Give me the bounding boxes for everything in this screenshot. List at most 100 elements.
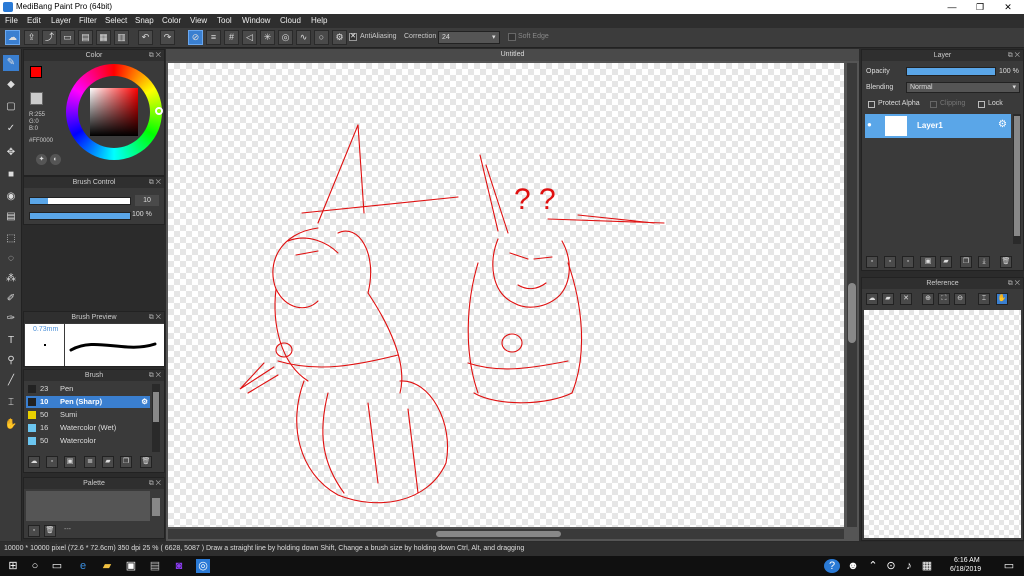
brush-item-pen-sharp[interactable]: 10 Pen (Sharp) ⚙ — [26, 396, 150, 408]
eyedropper-icon[interactable]: ⌶ — [3, 395, 19, 411]
redo-icon[interactable]: ↷ — [160, 30, 175, 45]
divide-tool-icon[interactable]: ╱ — [3, 373, 19, 389]
color-mode-icon[interactable]: ◐ — [50, 154, 61, 165]
panels-icon[interactable]: ▦ — [96, 30, 111, 45]
curve-snap-icon[interactable]: ∿ — [296, 30, 311, 45]
ellipse-snap-icon[interactable]: ○ — [314, 30, 329, 45]
menu-file[interactable]: File — [5, 16, 18, 25]
notifications-icon[interactable]: ▭ — [1002, 559, 1016, 573]
cloud-icon[interactable]: ☁ — [5, 30, 20, 45]
shape-tool-icon[interactable]: ■ — [3, 167, 19, 183]
undo-icon[interactable]: ↶ — [138, 30, 153, 45]
transparent-color-swatch[interactable] — [30, 92, 43, 105]
gradient-tool-icon[interactable]: ▤ — [3, 209, 19, 225]
circle-snap-icon[interactable]: ◎ — [278, 30, 293, 45]
new-brush-icon[interactable]: ▫ — [46, 456, 58, 468]
lasso-tool-icon[interactable]: ◌ — [3, 251, 19, 267]
antialiasing-checkbox[interactable]: ✕ — [349, 33, 357, 41]
hue-handle[interactable] — [155, 107, 163, 115]
share-icon[interactable]: ⤴ — [42, 30, 57, 45]
brush-list-scrollbar[interactable] — [152, 384, 160, 452]
select-tool-icon[interactable]: ⬚ — [3, 231, 19, 247]
menu-snap[interactable]: Snap — [135, 16, 154, 25]
keyboard-icon[interactable]: ▦ — [920, 559, 934, 573]
parallel-snap-icon[interactable]: ≡ — [206, 30, 221, 45]
brush-item-watercolor[interactable]: 50 Watercolor — [26, 435, 150, 447]
add-brush-icon[interactable]: ▣ — [64, 456, 76, 468]
protect-alpha-checkbox[interactable] — [868, 101, 875, 108]
fit-icon[interactable]: ⛶ — [938, 293, 950, 305]
grid-icon[interactable]: ▥ — [114, 30, 129, 45]
minimize-button[interactable]: — — [938, 0, 966, 14]
menu-tool[interactable]: Tool — [217, 16, 232, 25]
hand-tool-icon[interactable]: ✋ — [3, 417, 19, 433]
menu-cloud[interactable]: Cloud — [280, 16, 301, 25]
crisscross-snap-icon[interactable]: # — [224, 30, 239, 45]
scrollbar-thumb[interactable] — [848, 283, 856, 343]
brush-size-value[interactable]: 10 — [135, 195, 159, 206]
brush-item-watercolor-wet[interactable]: 16 Watercolor (Wet) — [26, 422, 150, 434]
lock-checkbox[interactable] — [978, 101, 985, 108]
add-layer-menu-icon[interactable]: ▣ — [920, 256, 936, 268]
selection-pen-icon[interactable]: ✓ — [3, 121, 19, 137]
network-icon[interactable]: ⊙ — [884, 559, 898, 573]
move-tool-icon[interactable]: ✥ — [3, 145, 19, 161]
layout-icon[interactable]: ▤ — [78, 30, 93, 45]
new-palette-icon[interactable]: ▫ — [28, 525, 40, 537]
delete-palette-icon[interactable]: 🗑 — [44, 525, 56, 537]
scrollbar-thumb[interactable] — [1014, 116, 1020, 236]
zoom-out-icon[interactable]: ⊖ — [954, 293, 966, 305]
help-icon[interactable]: ? — [824, 559, 840, 573]
reference-view[interactable] — [864, 310, 1021, 538]
menu-layer[interactable]: Layer — [51, 16, 71, 25]
reference-open-icon[interactable]: ▰ — [882, 293, 894, 305]
soft-edge-checkbox[interactable] — [508, 33, 516, 41]
panel-controls-icon[interactable]: ⧉ ✕ — [1008, 278, 1020, 289]
layer-row-layer1[interactable]: ● Layer1 ⚙ — [865, 114, 1011, 138]
text-tool-icon[interactable]: T — [3, 333, 19, 349]
correction-select[interactable]: 24 — [438, 31, 500, 44]
brush-tool-icon[interactable]: ✎ — [3, 55, 19, 71]
dot-tool-icon[interactable]: ▢ — [3, 99, 19, 115]
new-layer-icon[interactable]: ▫ — [866, 256, 878, 268]
eraser-tool-icon[interactable]: ◆ — [3, 77, 19, 93]
store-icon[interactable]: ▣ — [124, 559, 138, 573]
brush-item-sumi[interactable]: 50 Sumi — [26, 409, 150, 421]
duplicate-icon[interactable]: ❐ — [120, 456, 132, 468]
menu-help[interactable]: Help — [311, 16, 327, 25]
delete-layer-icon[interactable]: 🗑 — [1000, 256, 1012, 268]
add-brush-cloud-icon[interactable]: ☁ — [28, 456, 40, 468]
layer-opacity-slider[interactable] — [906, 67, 996, 76]
zoom-in-icon[interactable]: ⊕ — [922, 293, 934, 305]
drawing-canvas[interactable]: ? ? — [168, 63, 844, 527]
duplicate-layer-icon[interactable]: ❐ — [960, 256, 972, 268]
select-eraser-icon[interactable]: ✑ — [3, 311, 19, 327]
merge-down-icon[interactable]: ⤓ — [978, 256, 990, 268]
brush-size-slider[interactable] — [29, 197, 131, 205]
reference-eyedropper-icon[interactable]: ⌶ — [978, 293, 990, 305]
reference-close-icon[interactable]: ✕ — [900, 293, 912, 305]
panel-controls-icon[interactable]: ⧉ ✕ — [149, 478, 161, 489]
menu-select[interactable]: Select — [105, 16, 127, 25]
layer-list-scrollbar[interactable] — [1013, 114, 1021, 244]
clipping-checkbox[interactable] — [930, 101, 937, 108]
comment-icon[interactable]: ▭ — [60, 30, 75, 45]
close-button[interactable]: ✕ — [994, 0, 1022, 14]
reference-hand-icon[interactable]: ✋ — [996, 293, 1008, 305]
upload-icon[interactable]: ⇪ — [24, 30, 39, 45]
reference-cloud-icon[interactable]: ☁ — [866, 293, 878, 305]
brush-item-pen[interactable]: 23 Pen — [26, 383, 150, 395]
palette-scrollbar[interactable] — [152, 498, 160, 516]
color-set-icon[interactable]: ✦ — [36, 154, 47, 165]
twitch-icon[interactable]: ◙ — [172, 559, 186, 573]
task-view-icon[interactable]: ▭ — [50, 559, 64, 573]
windows-start-icon[interactable]: ⊞ — [6, 559, 20, 573]
palette-area[interactable] — [26, 491, 150, 521]
emoji-icon[interactable]: ☻ — [846, 559, 860, 573]
select-pen-icon[interactable]: ✐ — [3, 291, 19, 307]
trash-icon[interactable]: 🗑 — [140, 456, 152, 468]
layer-name[interactable]: Layer1 — [917, 121, 943, 130]
brush-settings-gear-icon[interactable]: ⚙ — [141, 396, 148, 408]
bucket-tool-icon[interactable]: ◉ — [3, 189, 19, 205]
menu-edit[interactable]: Edit — [27, 16, 41, 25]
